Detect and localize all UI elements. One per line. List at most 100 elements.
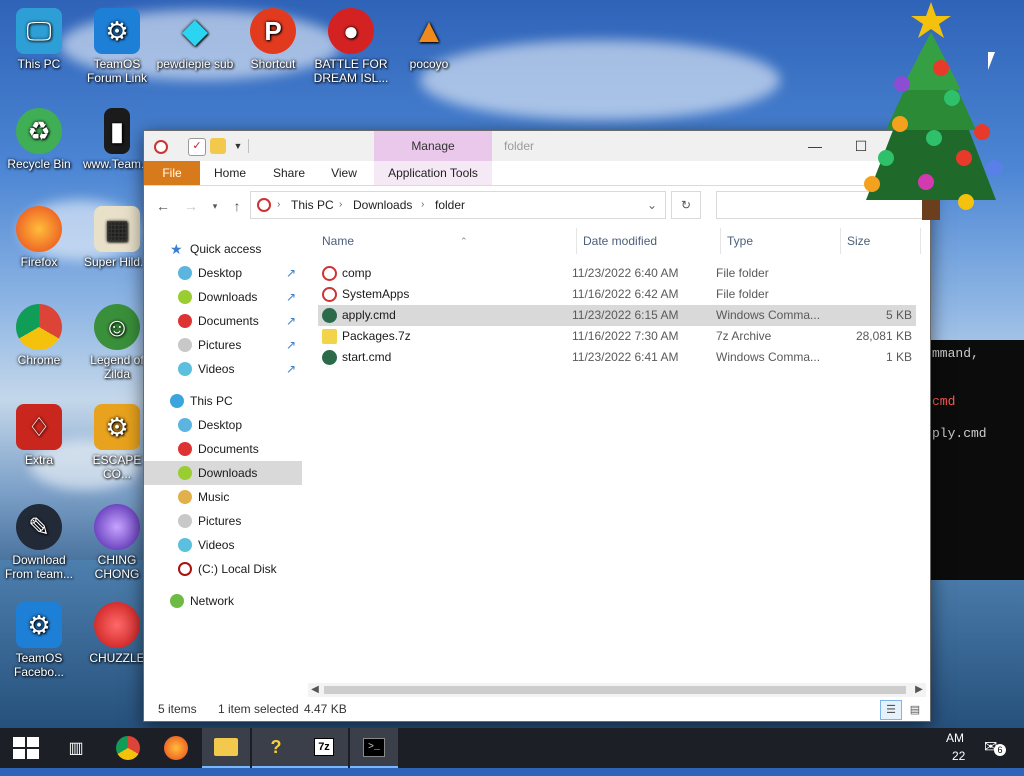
nav-quick-access[interactable]: ★ Quick access — [144, 237, 302, 261]
tab-manage[interactable]: Manage — [374, 131, 492, 161]
pin-icon[interactable]: ↗ — [286, 309, 296, 333]
desktop-icon-battle-dream[interactable]: ● BATTLE FOR DREAM ISL... — [312, 8, 390, 85]
desktop-icon-pewdiepie[interactable]: ◆ pewdiepie sub — [156, 8, 234, 71]
file-explorer-window[interactable]: ✓ ▼ Manage folder — ☐ File Home Share Vi… — [143, 130, 931, 722]
nav-quick-videos[interactable]: Videos ↗ — [144, 357, 302, 381]
desktop-icon-download-team[interactable]: ✎ Download From team... — [0, 504, 78, 581]
file-row[interactable]: start.cmd 11/23/2022 6:41 AM Windows Com… — [318, 347, 916, 368]
up-arrow-icon[interactable]: ↑ — [228, 197, 246, 215]
column-header-date[interactable]: Date modified — [583, 228, 657, 254]
nav-pc-pictures[interactable]: Pictures — [144, 509, 302, 533]
breadcrumb-this-pc[interactable]: This PC — [291, 192, 334, 218]
new-folder-icon[interactable] — [210, 138, 226, 154]
notification-count-badge: 6 — [994, 744, 1006, 756]
taskbar-notepad[interactable]: ? — [252, 728, 300, 768]
pin-icon[interactable]: ↗ — [286, 261, 296, 285]
scroll-left-icon[interactable]: ◀ — [308, 683, 322, 697]
mouse-cursor — [988, 52, 995, 70]
desktop-icon-chrome[interactable]: Chrome — [0, 304, 78, 367]
selection-size: 4.47 KB — [304, 702, 347, 716]
nav-pc-documents[interactable]: Documents — [144, 437, 302, 461]
breadcrumb-current-folder[interactable]: folder — [435, 192, 465, 218]
terminal-line: mmand, — [932, 346, 979, 361]
tab-view[interactable]: View — [320, 161, 368, 185]
terminal-window[interactable]: mmand, cmd ply.cmd — [928, 340, 1024, 580]
nav-network[interactable]: Network — [144, 589, 302, 613]
windows-logo-icon — [13, 737, 39, 759]
column-divider[interactable] — [840, 228, 841, 254]
start-button[interactable] — [2, 728, 50, 768]
document-icon — [178, 314, 192, 328]
desktop-icon-teamos-forum[interactable]: ⚙ TeamOS Forum Link — [78, 8, 156, 85]
christmas-tree-decoration — [864, 2, 1002, 220]
nav-quick-desktop[interactable]: Desktop ↗ — [144, 261, 302, 285]
file-row[interactable]: comp 11/23/2022 6:40 AM File folder — [318, 263, 916, 284]
nav-quick-pictures[interactable]: Pictures ↗ — [144, 333, 302, 357]
tab-file[interactable]: File — [144, 161, 200, 185]
nav-pc-music[interactable]: Music — [144, 485, 302, 509]
nav-pc-videos[interactable]: Videos — [144, 533, 302, 557]
desktop-icon-recycle-bin[interactable]: ♻ Recycle Bin — [0, 108, 78, 171]
clock-date[interactable]: 22 — [952, 736, 965, 776]
cmd-file-icon — [322, 350, 337, 365]
folder-icon — [214, 738, 238, 756]
desktop-icon-this-pc[interactable]: 🖵 This PC — [0, 8, 78, 71]
divider — [248, 139, 249, 153]
desktop-icon-shortcut[interactable]: P Shortcut — [234, 8, 312, 71]
minimize-button[interactable]: — — [792, 131, 838, 161]
horizontal-scrollbar[interactable]: ◀ ▶ — [308, 683, 926, 697]
scrollbar-thumb[interactable] — [324, 686, 906, 694]
desktop-icon-teamos-facebook[interactable]: ⚙ TeamOS Facebo... — [0, 602, 78, 679]
file-row[interactable]: Packages.7z 11/16/2022 7:30 AM 7z Archiv… — [318, 326, 916, 347]
file-row-selected[interactable]: apply.cmd 11/23/2022 6:15 AM Windows Com… — [318, 305, 916, 326]
ribbon-tabs: File Home Share View Application Tools — [144, 161, 930, 186]
taskbar-file-explorer[interactable] — [202, 728, 250, 768]
taskbar-7zip[interactable]: 7z — [300, 728, 348, 768]
nav-pc-downloads[interactable]: Downloads — [144, 461, 302, 485]
p-logo-icon: P — [250, 8, 296, 54]
taskbar-chrome[interactable] — [104, 728, 152, 768]
desktop-icon-extra[interactable]: ♢ Extra — [0, 404, 78, 467]
breadcrumb-downloads[interactable]: Downloads — [353, 192, 412, 218]
large-icons-view-icon[interactable]: ▤ — [904, 700, 926, 720]
address-bar[interactable]: › This PC › Downloads › folder ⌄ — [250, 191, 666, 219]
tab-share[interactable]: Share — [264, 161, 314, 185]
taskbar-firefox[interactable] — [152, 728, 200, 768]
column-header-type[interactable]: Type — [727, 228, 753, 254]
nav-quick-documents[interactable]: Documents ↗ — [144, 309, 302, 333]
pin-icon[interactable]: ↗ — [286, 285, 296, 309]
download-disc-icon: ✎ — [16, 504, 62, 550]
title-bar[interactable]: ✓ ▼ Manage folder — ☐ — [144, 131, 930, 162]
column-header-name[interactable]: Name ⌃ — [322, 228, 572, 254]
nav-quick-downloads[interactable]: Downloads ↗ — [144, 285, 302, 309]
sort-up-icon: ⌃ — [460, 236, 468, 246]
desktop-icon-firefox[interactable]: Firefox — [0, 206, 78, 269]
nav-pc-desktop[interactable]: Desktop — [144, 413, 302, 437]
book-icon: ▮ — [104, 108, 130, 154]
address-dropdown-icon[interactable]: ⌄ — [647, 192, 657, 218]
pin-icon[interactable]: ↗ — [286, 333, 296, 357]
tab-application-tools[interactable]: Application Tools — [374, 161, 492, 185]
scroll-right-icon[interactable]: ▶ — [912, 683, 926, 697]
pixel-art-icon: ▦ — [94, 206, 140, 252]
forward-arrow-icon[interactable]: → — [182, 197, 200, 215]
task-view-button[interactable]: ▥ — [52, 728, 100, 768]
column-divider[interactable] — [576, 228, 577, 254]
item-count: 5 items — [158, 702, 197, 716]
refresh-button[interactable]: ↻ — [671, 191, 701, 219]
taskbar-terminal[interactable]: >_ — [350, 728, 398, 768]
pin-icon[interactable]: ↗ — [286, 357, 296, 381]
nav-pc-local-disk[interactable]: (C:) Local Disk — [144, 557, 302, 581]
file-row[interactable]: SystemApps 11/16/2022 6:42 AM File folde… — [318, 284, 916, 305]
chevron-down-icon[interactable]: ▼ — [230, 138, 246, 154]
breadcrumb-separator: › — [277, 199, 281, 210]
vlc-cone-icon: ▲ — [412, 12, 446, 50]
nav-this-pc[interactable]: This PC — [144, 389, 302, 413]
tab-home[interactable]: Home — [204, 161, 256, 185]
properties-icon[interactable]: ✓ — [188, 138, 206, 156]
column-divider[interactable] — [720, 228, 721, 254]
desktop-icon-pocoyo[interactable]: ▲ pocoyo — [390, 8, 468, 71]
back-arrow-icon[interactable]: ← — [154, 197, 172, 215]
recent-locations-icon[interactable]: ▾ — [206, 197, 224, 215]
details-view-icon[interactable]: ☰ — [880, 700, 902, 720]
